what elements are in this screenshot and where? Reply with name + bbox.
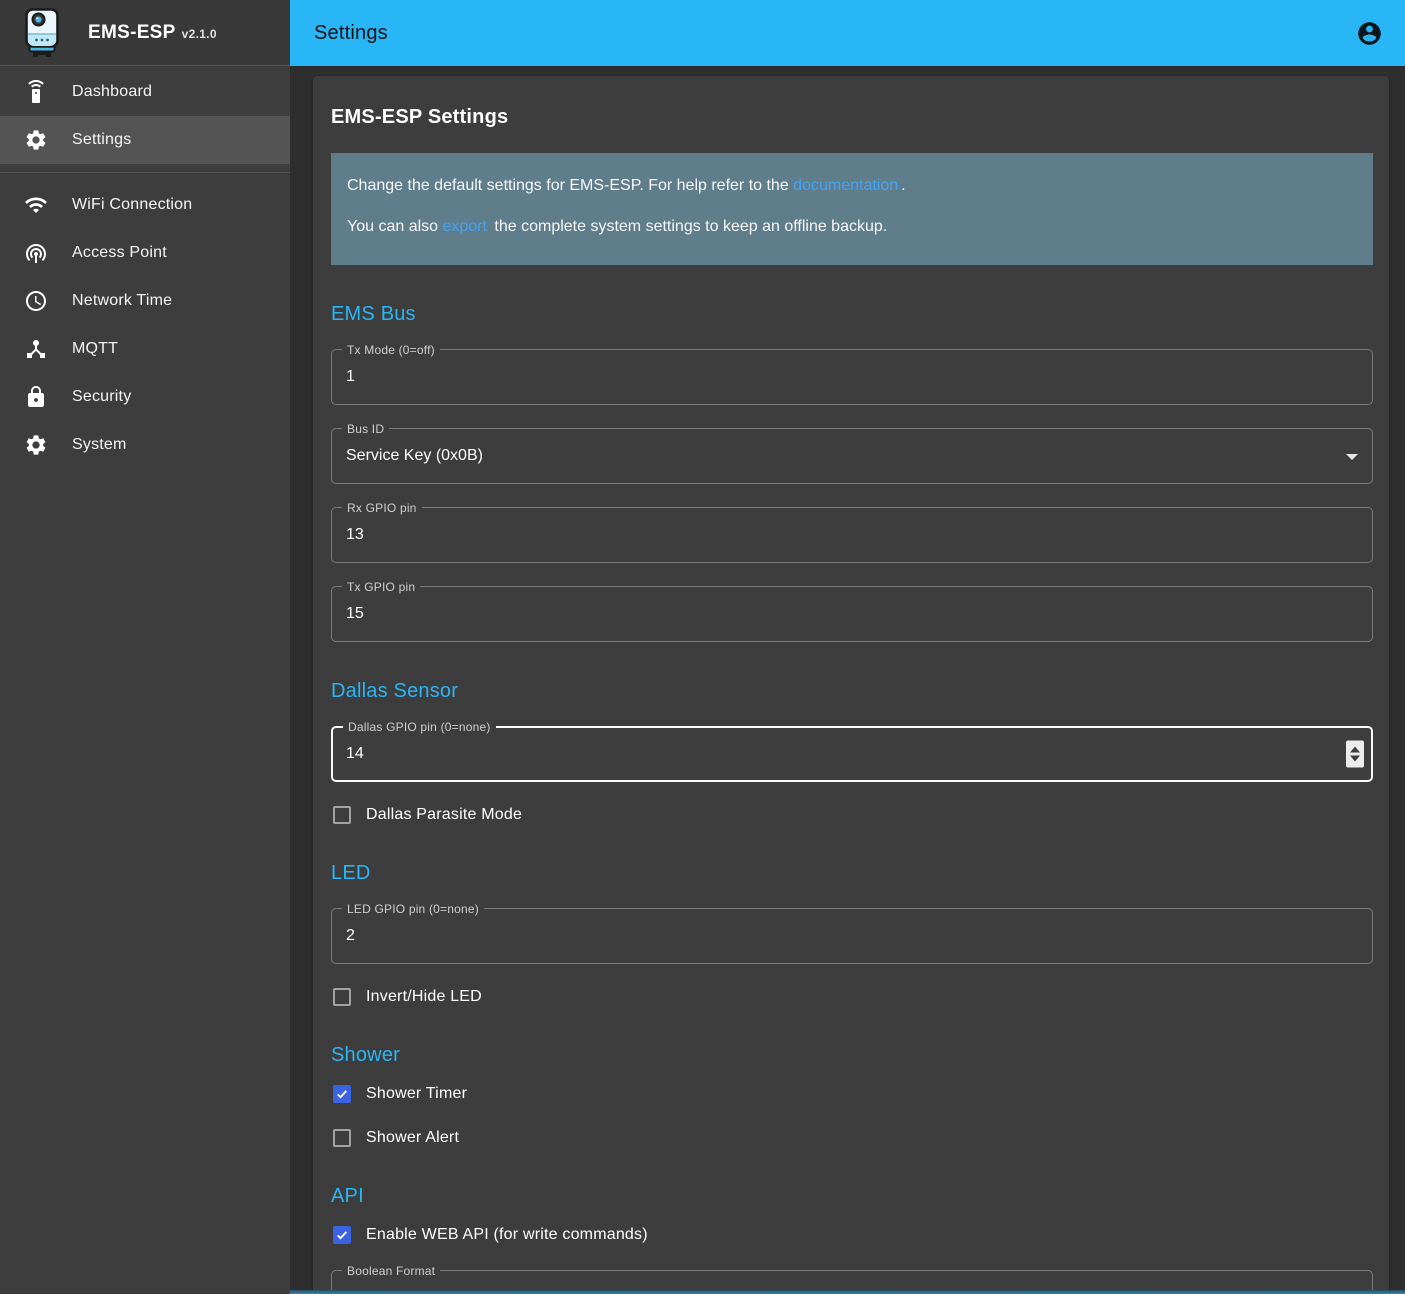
rx-gpio-input[interactable] — [346, 526, 1358, 544]
device-hub-icon — [24, 337, 48, 361]
content-bottom-accent — [290, 1290, 1405, 1294]
dallas-parasite-row[interactable]: Dallas Parasite Mode — [333, 806, 1373, 824]
enable-web-api-label: Enable WEB API (for write commands) — [366, 1226, 648, 1244]
enable-web-api-checkbox[interactable] — [333, 1226, 351, 1244]
gear-icon — [24, 433, 48, 457]
section-title-dallas-sensor: Dallas Sensor — [331, 680, 1373, 703]
tx-mode-input[interactable] — [346, 368, 1358, 386]
led-gpio-input[interactable] — [346, 927, 1358, 945]
invert-led-row[interactable]: Invert/Hide LED — [333, 988, 1373, 1006]
sidebar-divider — [0, 172, 290, 173]
page-title: EMS-ESP Settings — [331, 106, 1373, 129]
sidebar-item-settings[interactable]: Settings — [0, 116, 290, 164]
led-gpio-label: LED GPIO pin (0=none) — [342, 902, 484, 916]
stepper-down-icon[interactable] — [1350, 756, 1360, 762]
bus-id-value: Service Key (0x0B) — [346, 447, 483, 465]
settings-remote-icon — [24, 80, 48, 104]
tx-mode-label: Tx Mode (0=off) — [342, 343, 440, 357]
shower-timer-checkbox[interactable] — [333, 1085, 351, 1103]
wifi-tethering-icon — [24, 241, 48, 265]
account-circle-icon — [1356, 20, 1383, 47]
invert-led-checkbox[interactable] — [333, 988, 351, 1006]
appbar-title: Settings — [314, 22, 1349, 45]
led-gpio-field: LED GPIO pin (0=none) — [331, 908, 1373, 964]
sidebar-item-security[interactable]: Security — [0, 373, 290, 421]
boiler-logo-icon — [20, 8, 64, 58]
sidebar-item-label: Security — [72, 388, 131, 406]
info-text: Change the default settings for EMS-ESP.… — [347, 177, 793, 194]
sidebar-header: EMS-ESP v2.1.0 — [0, 0, 290, 66]
sidebar-item-mqtt[interactable]: MQTT — [0, 325, 290, 373]
dallas-gpio-input[interactable] — [346, 745, 1358, 763]
info-text: the complete system settings to keep an … — [490, 218, 887, 235]
shower-timer-label: Shower Timer — [366, 1085, 467, 1103]
lock-icon — [24, 385, 48, 409]
info-text: . — [901, 177, 905, 194]
invert-led-label: Invert/Hide LED — [366, 988, 482, 1006]
enable-web-api-row[interactable]: Enable WEB API (for write commands) — [333, 1226, 1373, 1244]
sidebar-item-label: Dashboard — [72, 83, 152, 101]
info-banner: Change the default settings for EMS-ESP.… — [331, 153, 1373, 265]
rx-gpio-field: Rx GPIO pin — [331, 507, 1373, 563]
gear-icon — [24, 128, 48, 152]
export-link[interactable]: export — [442, 218, 489, 235]
sidebar-item-label: Network Time — [72, 292, 172, 310]
tx-gpio-input[interactable] — [346, 605, 1358, 623]
shower-alert-row[interactable]: Shower Alert — [333, 1129, 1373, 1147]
main-area: Settings EMS-ESP Settings Change the def… — [290, 0, 1405, 1294]
dallas-gpio-field: Dallas GPIO pin (0=none) — [331, 726, 1373, 782]
documentation-link[interactable]: documentation — [793, 177, 901, 194]
info-line-2: You can also export the complete system … — [347, 215, 1357, 239]
chevron-down-icon — [1346, 454, 1358, 460]
stepper-up-icon[interactable] — [1350, 747, 1360, 753]
sidebar: EMS-ESP v2.1.0 Dashboard Settings WiFi Co… — [0, 0, 290, 1294]
section-title-shower: Shower — [331, 1044, 1373, 1067]
sidebar-nav: Dashboard Settings WiFi Connection Acces… — [0, 66, 290, 469]
section-title-ems-bus: EMS Bus — [331, 303, 1373, 326]
shower-alert-label: Shower Alert — [366, 1129, 459, 1147]
check-icon — [335, 1227, 349, 1243]
sidebar-item-label: WiFi Connection — [72, 196, 192, 214]
dallas-parasite-checkbox[interactable] — [333, 806, 351, 824]
section-title-api: API — [331, 1185, 1373, 1208]
account-button[interactable] — [1349, 13, 1389, 53]
sidebar-item-wifi-connection[interactable]: WiFi Connection — [0, 181, 290, 229]
wifi-icon — [24, 193, 48, 217]
info-line-1: Change the default settings for EMS-ESP.… — [347, 174, 1357, 198]
tx-mode-field: Tx Mode (0=off) — [331, 349, 1373, 405]
ems-esp-app: EMS-ESP v2.1.0 Dashboard Settings WiFi Co… — [0, 0, 1405, 1294]
sidebar-item-network-time[interactable]: Network Time — [0, 277, 290, 325]
clock-icon — [24, 289, 48, 313]
sidebar-item-label: System — [72, 436, 127, 454]
appbar: Settings — [290, 0, 1405, 66]
dallas-gpio-label: Dallas GPIO pin (0=none) — [343, 720, 496, 734]
sidebar-item-label: MQTT — [72, 340, 118, 358]
section-title-led: LED — [331, 862, 1373, 885]
sidebar-item-dashboard[interactable]: Dashboard — [0, 68, 290, 116]
check-icon — [335, 1086, 349, 1102]
settings-card: EMS-ESP Settings Change the default sett… — [313, 76, 1389, 1294]
dallas-parasite-label: Dallas Parasite Mode — [366, 806, 522, 824]
tx-gpio-label: Tx GPIO pin — [342, 580, 420, 594]
sidebar-item-access-point[interactable]: Access Point — [0, 229, 290, 277]
bus-id-select[interactable]: Bus ID Service Key (0x0B) — [331, 428, 1373, 484]
shower-alert-checkbox[interactable] — [333, 1129, 351, 1147]
app-title: EMS-ESP v2.1.0 — [88, 22, 217, 44]
sidebar-item-system[interactable]: System — [0, 421, 290, 469]
boolean-format-label: Boolean Format — [342, 1264, 440, 1278]
shower-timer-row[interactable]: Shower Timer — [333, 1085, 1373, 1103]
rx-gpio-label: Rx GPIO pin — [342, 501, 422, 515]
number-stepper[interactable] — [1346, 741, 1364, 768]
app-version: v2.1.0 — [182, 27, 217, 41]
bus-id-label: Bus ID — [342, 422, 389, 436]
app-name: EMS-ESP — [88, 22, 176, 43]
tx-gpio-field: Tx GPIO pin — [331, 586, 1373, 642]
content-area: EMS-ESP Settings Change the default sett… — [290, 66, 1405, 1294]
info-text: You can also — [347, 218, 442, 235]
sidebar-item-label: Access Point — [72, 244, 167, 262]
sidebar-item-label: Settings — [72, 131, 131, 149]
